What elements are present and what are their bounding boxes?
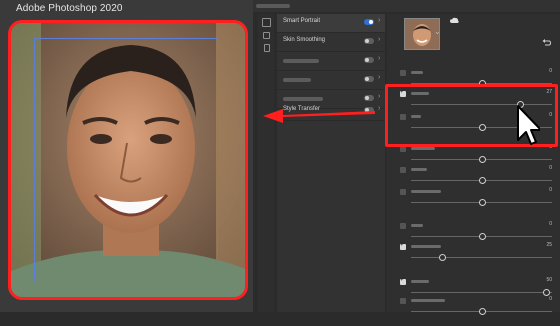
adjustment-slider[interactable]: 0 [400, 187, 552, 217]
filter-item[interactable]: › [277, 71, 385, 90]
chevron-right-icon[interactable]: › [378, 74, 380, 81]
filter-toggle[interactable] [364, 38, 374, 44]
slider-label-placeholder [411, 280, 429, 283]
slider-value: 0 [549, 68, 552, 74]
filter-item[interactable]: › [277, 52, 385, 71]
slider-handle[interactable] [478, 233, 486, 240]
slider-value: 0 [549, 296, 552, 302]
chevron-right-icon[interactable]: › [378, 36, 380, 43]
chevron-right-icon[interactable]: › [378, 105, 380, 112]
slider-value: 50 [546, 277, 552, 283]
slider-value: 0 [549, 165, 552, 171]
filter-label: Smart Portrait [283, 18, 321, 24]
reset-icon[interactable] [542, 38, 551, 47]
filter-toggle[interactable] [364, 95, 374, 101]
adjustment-slider[interactable]: 25 [400, 241, 552, 272]
filter-label-placeholder [283, 97, 323, 101]
slider-label-placeholder [411, 224, 423, 227]
chevron-right-icon[interactable]: › [378, 93, 380, 100]
slider-label-placeholder [411, 71, 423, 74]
panel-toolbar [258, 14, 274, 312]
filter-toggle[interactable] [364, 76, 374, 82]
filter-toggle[interactable] [364, 57, 374, 63]
slider-checkbox[interactable] [400, 298, 406, 304]
slider-checkbox[interactable] [400, 276, 406, 285]
slider-checkbox[interactable] [400, 70, 406, 76]
slider-label-placeholder [411, 245, 441, 248]
slider-label-placeholder [411, 190, 441, 193]
slider-checkbox[interactable] [400, 189, 406, 195]
slider-checkbox[interactable] [400, 241, 406, 250]
slider-handle[interactable] [478, 156, 486, 163]
mouse-pointer-icon [517, 105, 540, 145]
slider-value: 0 [549, 221, 552, 227]
slider-checkbox[interactable] [400, 223, 406, 229]
filter-label-placeholder [283, 59, 319, 63]
filter-label: Skin Smoothing [283, 37, 326, 43]
slider-handle[interactable] [439, 254, 447, 261]
slider-handle[interactable] [478, 177, 486, 184]
slider-label-placeholder [411, 299, 445, 302]
slider-value: 0 [549, 187, 552, 193]
filter-toggle[interactable] [364, 19, 374, 25]
slider-handle[interactable] [478, 199, 486, 206]
app-title: Adobe Photoshop 2020 [16, 3, 123, 14]
filter-item-smart-portrait[interactable]: Smart Portrait › [277, 14, 385, 33]
hand-tool-icon[interactable] [264, 44, 270, 52]
slider-value: 25 [546, 242, 552, 248]
slider-track[interactable] [411, 257, 552, 258]
slider-label-placeholder [411, 147, 435, 150]
slider-label-placeholder [411, 168, 427, 171]
panel-header [253, 0, 560, 12]
panel-tab[interactable] [256, 4, 290, 8]
filter-item-skin-smoothing[interactable]: Skin Smoothing › [277, 33, 385, 52]
brush-tool-icon[interactable] [263, 32, 270, 39]
slider-checkbox[interactable] [400, 167, 406, 173]
adjustment-slider[interactable]: 0 [400, 296, 552, 326]
filters-tool-icon[interactable] [262, 18, 271, 27]
chevron-right-icon[interactable]: › [378, 55, 380, 62]
slider-handle[interactable] [543, 289, 551, 296]
slider-track[interactable] [411, 292, 552, 293]
chevron-down-icon[interactable]: ⌄ [434, 27, 441, 36]
face-detection-box [34, 38, 218, 282]
filter-label-placeholder [283, 78, 311, 82]
neural-filters-list: Smart Portrait › Skin Smoothing › › › › … [277, 14, 385, 312]
chevron-right-icon[interactable]: › [378, 17, 380, 24]
cloud-icon[interactable] [450, 17, 459, 23]
red-arrow-icon [263, 109, 375, 123]
title-bar: Adobe Photoshop 2020 [0, 0, 253, 16]
